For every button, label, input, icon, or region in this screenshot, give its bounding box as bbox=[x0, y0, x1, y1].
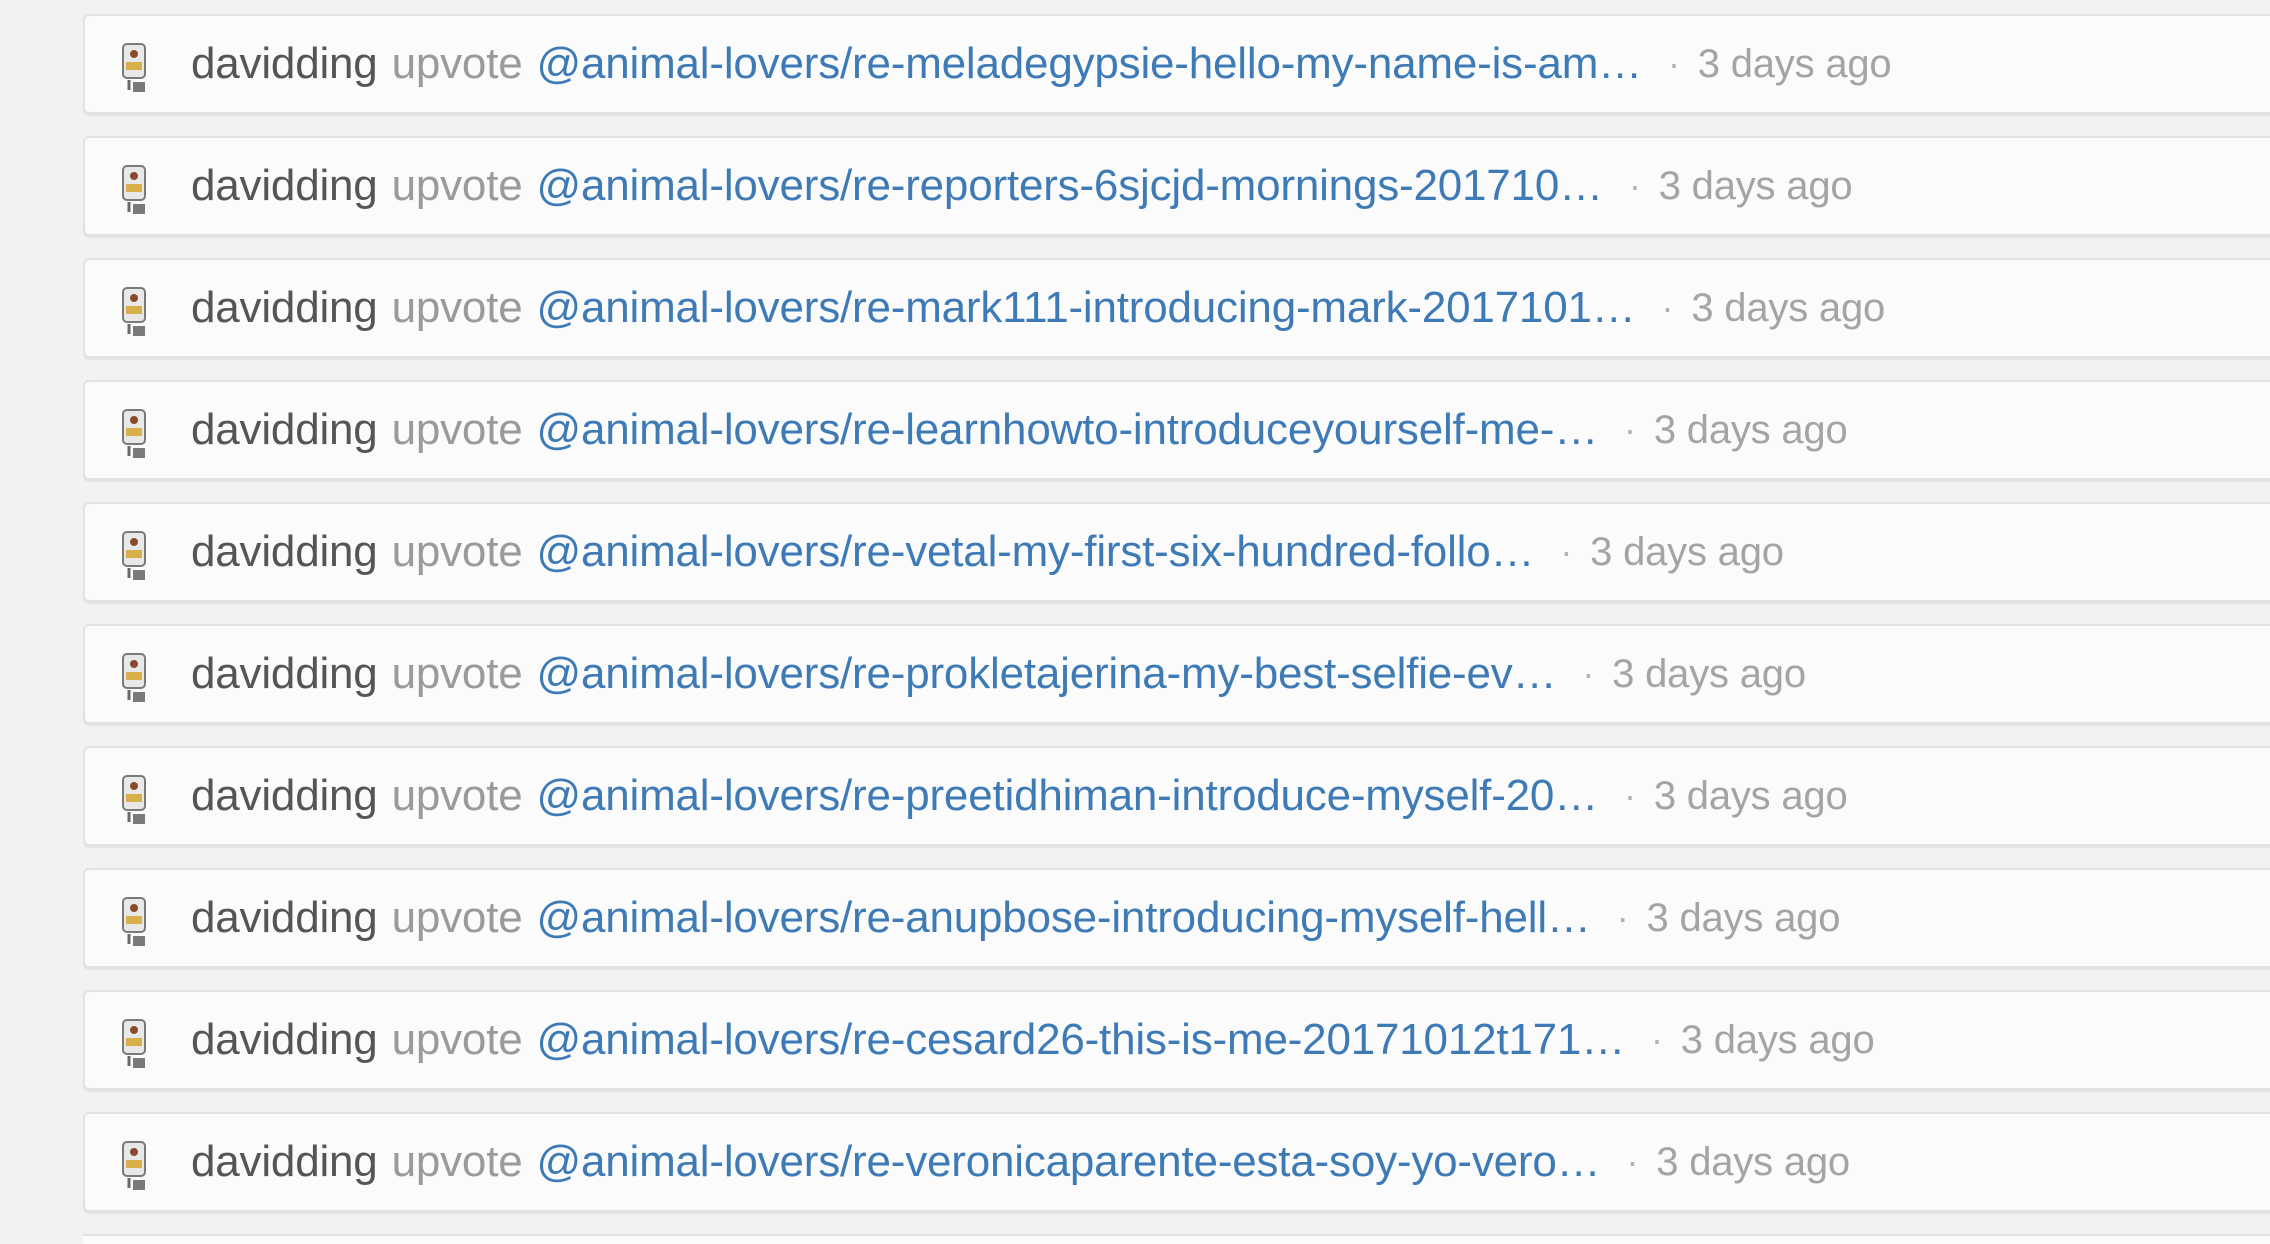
author-link[interactable]: davidding bbox=[191, 161, 378, 211]
user-avatar-icon[interactable] bbox=[117, 1138, 153, 1194]
author-link[interactable]: davidding bbox=[191, 283, 378, 333]
feed-item-text: davidding upvote @animal-lovers/re-learn… bbox=[191, 382, 1848, 478]
feed-item: davidding upvote @animal-lovers/re-melad… bbox=[83, 14, 2270, 114]
feed-item: davidding upvote @animal-lovers/re-veron… bbox=[83, 1112, 2270, 1212]
feed-item: davidding upvote @animal-lovers/re-mark1… bbox=[83, 258, 2270, 358]
feed-item-text: davidding upvote @animal-lovers/re-mark1… bbox=[191, 260, 1885, 356]
action-label: upvote bbox=[391, 1137, 523, 1186]
timestamp: 3 days ago bbox=[1680, 1017, 1875, 1062]
feed-item-text: davidding upvote @animal-lovers/re-cesar… bbox=[191, 992, 1875, 1088]
separator-dot: · bbox=[1651, 1019, 1663, 1060]
post-link[interactable]: @animal-lovers/re-anupbose-introducing-m… bbox=[537, 893, 1591, 943]
feed-item-text: davidding upvote @animal-lovers/re-prokl… bbox=[191, 626, 1806, 722]
next-feed-item-edge bbox=[83, 1234, 2270, 1244]
action-label: upvote bbox=[391, 283, 523, 332]
feed-item: davidding upvote @animal-lovers/re-repor… bbox=[83, 136, 2270, 236]
author-link[interactable]: davidding bbox=[191, 1137, 378, 1187]
post-link[interactable]: @animal-lovers/re-veronicaparente-esta-s… bbox=[537, 1137, 1601, 1187]
action-label: upvote bbox=[391, 1015, 523, 1064]
timestamp: 3 days ago bbox=[1658, 163, 1853, 208]
timestamp: 3 days ago bbox=[1656, 1139, 1850, 1184]
timestamp: 3 days ago bbox=[1590, 529, 1784, 574]
author-link[interactable]: davidding bbox=[191, 771, 378, 821]
user-avatar-icon[interactable] bbox=[117, 406, 153, 462]
action-label: upvote bbox=[391, 893, 523, 942]
action-label: upvote bbox=[391, 527, 523, 576]
separator-dot: · bbox=[1560, 531, 1573, 572]
user-avatar-icon[interactable] bbox=[117, 650, 153, 706]
separator-dot: · bbox=[1661, 287, 1674, 328]
post-link[interactable]: @animal-lovers/re-preetidhiman-introduce… bbox=[537, 771, 1599, 821]
user-avatar-icon[interactable] bbox=[117, 1016, 153, 1072]
feed-item-text: davidding upvote @animal-lovers/re-vetal… bbox=[191, 504, 1784, 600]
user-avatar-icon[interactable] bbox=[117, 284, 153, 340]
feed-item-text: davidding upvote @animal-lovers/re-veron… bbox=[191, 1114, 1850, 1210]
action-label: upvote bbox=[391, 649, 523, 698]
timestamp: 3 days ago bbox=[1697, 41, 1892, 86]
feed-item: davidding upvote @animal-lovers/re-preet… bbox=[83, 746, 2270, 846]
author-link[interactable]: davidding bbox=[191, 649, 378, 699]
timestamp: 3 days ago bbox=[1646, 895, 1841, 940]
feed-item: davidding upvote @animal-lovers/re-cesar… bbox=[83, 990, 2270, 1090]
feed-item: davidding upvote @animal-lovers/re-anupb… bbox=[83, 868, 2270, 968]
post-link[interactable]: @animal-lovers/re-vetal-my-first-six-hun… bbox=[537, 527, 1535, 577]
author-link[interactable]: davidding bbox=[191, 405, 378, 455]
feed-item: davidding upvote @animal-lovers/re-prokl… bbox=[83, 624, 2270, 724]
user-avatar-icon[interactable] bbox=[117, 772, 153, 828]
post-link[interactable]: @animal-lovers/re-cesard26-this-is-me-20… bbox=[537, 1015, 1626, 1065]
user-avatar-icon[interactable] bbox=[117, 528, 153, 584]
feed-item-text: davidding upvote @animal-lovers/re-melad… bbox=[191, 16, 1892, 112]
feed-item-text: davidding upvote @animal-lovers/re-repor… bbox=[191, 138, 1853, 234]
post-link[interactable]: @animal-lovers/re-reporters-6sjcjd-morni… bbox=[537, 161, 1604, 211]
post-link[interactable]: @animal-lovers/re-prokletajerina-my-best… bbox=[537, 649, 1557, 699]
separator-dot: · bbox=[1624, 775, 1636, 816]
timestamp: 3 days ago bbox=[1653, 407, 1848, 452]
timestamp: 3 days ago bbox=[1653, 773, 1848, 818]
separator-dot: · bbox=[1582, 653, 1595, 694]
feed-item-text: davidding upvote @animal-lovers/re-preet… bbox=[191, 748, 1848, 844]
activity-feed: davidding upvote @animal-lovers/re-melad… bbox=[83, 14, 2270, 1234]
feed-item-text: davidding upvote @animal-lovers/re-anupb… bbox=[191, 870, 1840, 966]
action-label: upvote bbox=[391, 39, 523, 88]
action-label: upvote bbox=[391, 771, 523, 820]
user-avatar-icon[interactable] bbox=[117, 894, 153, 950]
action-label: upvote bbox=[391, 405, 523, 454]
separator-dot: · bbox=[1626, 1141, 1639, 1182]
separator-dot: · bbox=[1624, 409, 1636, 450]
author-link[interactable]: davidding bbox=[191, 527, 378, 577]
post-link[interactable]: @animal-lovers/re-meladegypsie-hello-my-… bbox=[537, 39, 1643, 89]
separator-dot: · bbox=[1616, 897, 1629, 938]
author-link[interactable]: davidding bbox=[191, 1015, 378, 1065]
user-avatar-icon[interactable] bbox=[117, 162, 153, 218]
action-label: upvote bbox=[391, 161, 523, 210]
post-link[interactable]: @animal-lovers/re-mark111-introducing-ma… bbox=[537, 283, 1636, 333]
separator-dot: · bbox=[1667, 43, 1680, 84]
author-link[interactable]: davidding bbox=[191, 39, 378, 89]
user-avatar-icon[interactable] bbox=[117, 40, 153, 96]
post-link[interactable]: @animal-lovers/re-learnhowto-introduceyo… bbox=[537, 405, 1599, 455]
feed-item: davidding upvote @animal-lovers/re-vetal… bbox=[83, 502, 2270, 602]
separator-dot: · bbox=[1628, 165, 1641, 206]
feed-item: davidding upvote @animal-lovers/re-learn… bbox=[83, 380, 2270, 480]
author-link[interactable]: davidding bbox=[191, 893, 378, 943]
timestamp: 3 days ago bbox=[1612, 651, 1806, 696]
timestamp: 3 days ago bbox=[1691, 285, 1886, 330]
